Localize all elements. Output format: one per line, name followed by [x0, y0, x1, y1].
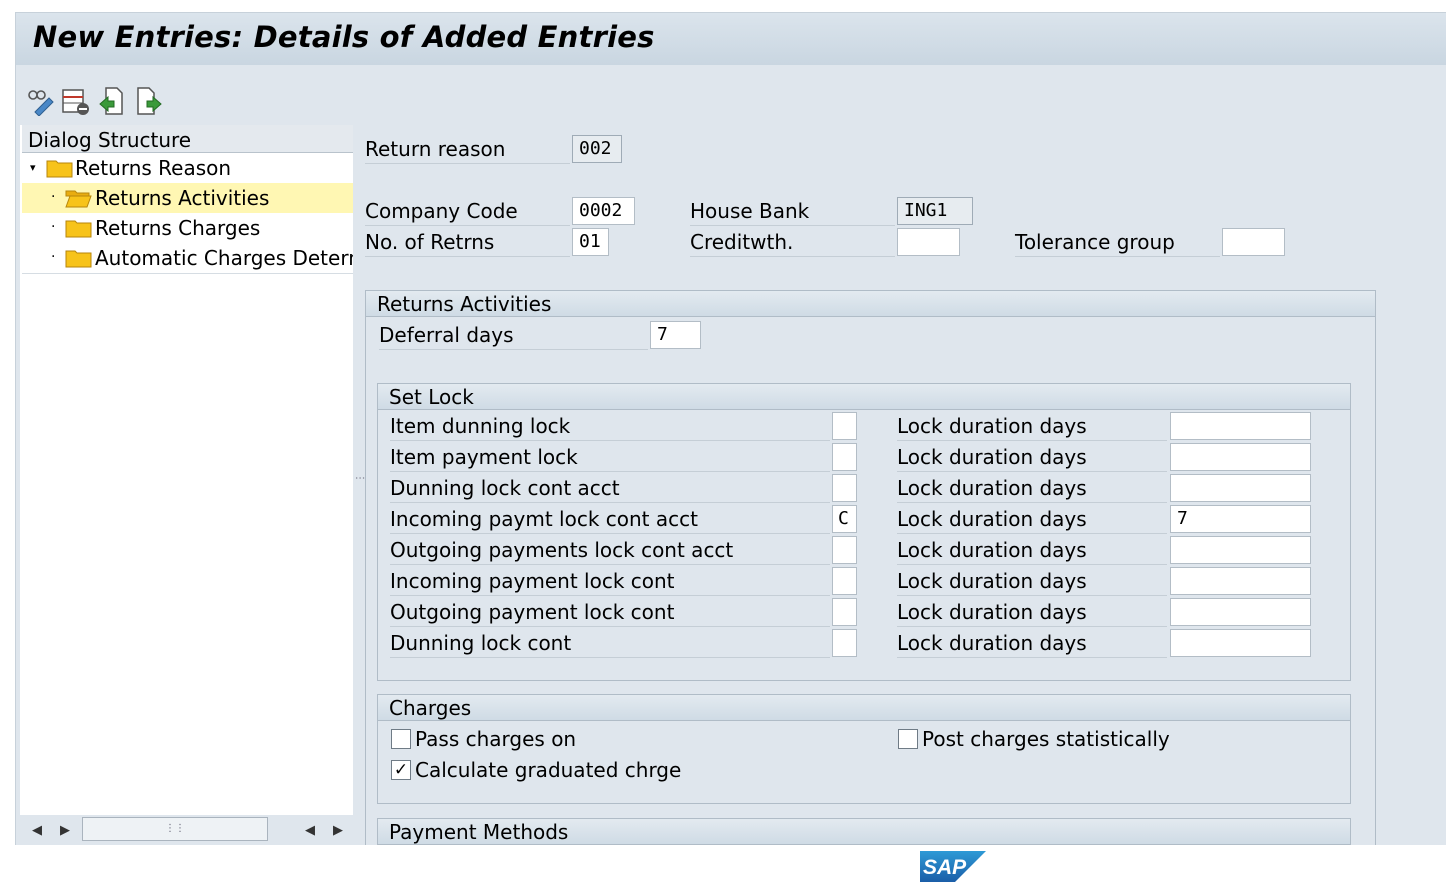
tree-item-returns-reason[interactable]: ▾ Returns Reason	[22, 153, 353, 183]
dialog-structure-header: Dialog Structure	[22, 125, 353, 153]
returns-activities-header: Returns Activities	[366, 291, 1375, 317]
folder-icon	[65, 250, 92, 268]
undo-icon[interactable]	[97, 86, 123, 116]
tolerance-group-label: Tolerance group	[1015, 228, 1220, 257]
lock-duration-label: Lock duration days	[897, 598, 1167, 627]
post-charges-statistically-label: Post charges statistically	[922, 727, 1170, 751]
returns-activities-group: Returns Activities Deferral days 7 Set L…	[365, 290, 1376, 845]
tree-item-label: Returns Reason	[75, 156, 232, 180]
svg-text:SAP: SAP	[923, 856, 967, 879]
lock-label: Item payment lock	[390, 443, 830, 472]
payment-methods-header: Payment Methods	[378, 819, 1350, 845]
lock-duration-label: Lock duration days	[897, 412, 1167, 441]
tree-dot: ·	[51, 189, 56, 205]
dialog-structure-panel: Dialog Structure ▾ Returns Reason · Retu…	[20, 125, 353, 845]
lock-duration-field[interactable]	[1170, 536, 1311, 564]
pass-charges-on-label: Pass charges on	[415, 727, 577, 751]
calculate-graduated-charge-checkbox[interactable]: ✓	[391, 760, 411, 780]
no-of-returns-label: No. of Retrns	[365, 228, 570, 257]
charges-header: Charges	[378, 695, 1350, 721]
tree-divider	[22, 273, 353, 274]
lock-duration-label: Lock duration days	[897, 536, 1167, 565]
lock-duration-label: Lock duration days	[897, 505, 1167, 534]
payment-methods-group: Payment Methods	[377, 818, 1351, 845]
lock-indicator-field[interactable]	[832, 567, 857, 595]
lock-duration-field[interactable]	[1170, 443, 1311, 471]
charges-group: Charges Pass charges on Post charges sta…	[377, 694, 1351, 804]
lock-indicator-field[interactable]	[832, 629, 857, 657]
lock-indicator-field[interactable]	[832, 474, 857, 502]
tree-dot: ·	[51, 219, 56, 235]
calculate-graduated-charge-label: Calculate graduated chrge	[415, 758, 682, 782]
lock-duration-field[interactable]	[1170, 567, 1311, 595]
display-change-icon[interactable]	[27, 86, 54, 117]
lock-label: Outgoing payments lock cont acct	[390, 536, 830, 565]
tree-item-label: Returns Charges	[95, 216, 261, 240]
tree-item-label: Automatic Charges Determina	[95, 246, 353, 270]
lock-label: Incoming paymt lock cont acct	[390, 505, 830, 534]
panel-splitter[interactable]: ⋮	[354, 473, 365, 483]
tolerance-group-field[interactable]	[1222, 228, 1285, 256]
set-lock-header: Set Lock	[378, 384, 1350, 410]
house-bank-label: House Bank	[690, 197, 895, 226]
lock-duration-field[interactable]: 7	[1170, 505, 1311, 533]
next-entry-icon[interactable]	[135, 86, 162, 116]
tree-item-automatic-charges[interactable]: · Automatic Charges Determina	[22, 243, 353, 273]
lock-label: Outgoing payment lock cont	[390, 598, 830, 627]
lock-duration-label: Lock duration days	[897, 567, 1167, 596]
tree-item-returns-charges[interactable]: · Returns Charges	[22, 213, 353, 243]
scroll-right-icon[interactable]: ▶	[60, 823, 70, 838]
lock-indicator-field[interactable]	[832, 443, 857, 471]
lock-duration-label: Lock duration days	[897, 629, 1167, 658]
set-lock-group: Set Lock Item dunning lock Lock duration …	[377, 383, 1351, 681]
tree-item-label: Returns Activities	[95, 186, 270, 210]
scroll-left-icon[interactable]: ◀	[32, 823, 42, 838]
lock-label: Dunning lock cont	[390, 629, 830, 658]
expand-triangle-icon[interactable]: ▾	[30, 153, 36, 183]
tree-dot: ·	[51, 249, 56, 265]
company-code-label: Company Code	[365, 197, 570, 226]
lock-label: Dunning lock cont acct	[390, 474, 830, 503]
folder-icon	[65, 220, 92, 238]
lock-duration-field[interactable]	[1170, 598, 1311, 626]
lock-duration-field[interactable]	[1170, 412, 1311, 440]
scroll-right-icon-2[interactable]: ▶	[333, 823, 343, 838]
scroll-thumb[interactable]: ⋮⋮	[82, 817, 268, 841]
lock-duration-label: Lock duration days	[897, 474, 1167, 503]
lock-duration-field[interactable]	[1170, 474, 1311, 502]
open-folder-icon	[65, 190, 92, 208]
tree-item-returns-activities[interactable]: · Returns Activities	[22, 183, 353, 213]
horizontal-scrollbar[interactable]: ◀ ▶ ⋮⋮ ◀ ▶	[20, 815, 353, 845]
folder-icon	[46, 160, 73, 178]
deferral-days-field[interactable]: 7	[650, 321, 701, 349]
no-of-returns-field[interactable]: 01	[572, 228, 609, 256]
deferral-days-label: Deferral days	[379, 321, 648, 350]
pass-charges-on-checkbox[interactable]	[391, 729, 411, 749]
scroll-left-icon-2[interactable]: ◀	[305, 823, 315, 838]
lock-indicator-field[interactable]: C	[832, 505, 857, 533]
lock-indicator-field[interactable]	[832, 412, 857, 440]
post-charges-statistically-checkbox[interactable]	[898, 729, 918, 749]
lock-label: Item dunning lock	[390, 412, 830, 441]
return-reason-field[interactable]: 002	[572, 135, 622, 163]
lock-label: Incoming payment lock cont	[390, 567, 830, 596]
lock-duration-field[interactable]	[1170, 629, 1311, 657]
lock-indicator-field[interactable]	[832, 536, 857, 564]
page-title: New Entries: Details of Added Entries	[33, 20, 655, 54]
lock-indicator-field[interactable]	[832, 598, 857, 626]
sap-logo: SAP	[920, 851, 986, 882]
creditworthiness-label: Creditwth.	[690, 228, 895, 257]
creditworthiness-field[interactable]	[897, 228, 960, 256]
sap-window: New Entries: Details of Added Entries Di…	[15, 12, 1446, 845]
company-code-field[interactable]: 0002	[572, 197, 635, 225]
lock-duration-label: Lock duration days	[897, 443, 1167, 472]
house-bank-field[interactable]: ING1	[897, 197, 973, 225]
return-reason-label: Return reason	[365, 135, 570, 164]
title-bar: New Entries: Details of Added Entries	[16, 13, 1446, 65]
application-toolbar	[16, 65, 1446, 120]
delete-icon[interactable]	[61, 86, 89, 116]
